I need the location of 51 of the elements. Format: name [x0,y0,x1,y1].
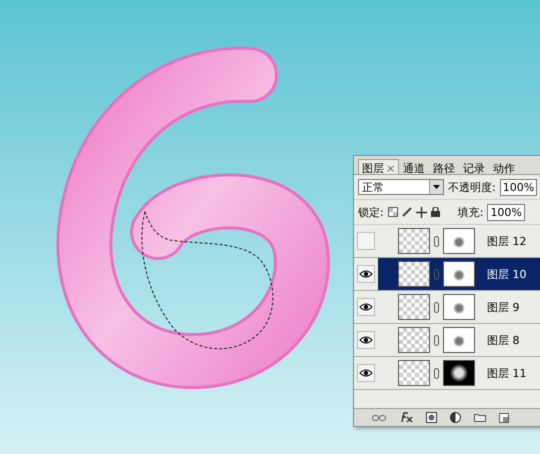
brush-icon[interactable] [402,207,412,217]
mask-thumbnail [443,228,475,254]
panel-tab[interactable]: 动作 [489,159,520,174]
layer-thumbnail [398,228,430,254]
eye-icon [359,336,373,344]
eye-icon [359,369,373,377]
link-icon [434,368,439,378]
eye-icon [359,270,373,278]
layer-row[interactable]: 图层 9 [378,291,540,323]
half-circle-icon[interactable] [450,412,461,423]
blend-mode-dropdown[interactable]: 正常 [358,179,444,195]
eye-icon [359,303,373,311]
layer-thumbnail [398,360,430,386]
link-icon [434,236,439,246]
layer-row[interactable]: 图层 8 [378,324,540,356]
link-icon [434,268,439,280]
caret-icon [429,180,443,194]
link-icon[interactable] [372,414,386,420]
layer-row[interactable]: 图层 11 [378,357,540,389]
new-layer-icon[interactable] [499,412,509,422]
folder-icon[interactable] [474,413,486,422]
mask-icon[interactable] [426,412,437,423]
panel-tab[interactable]: 图层 × [358,159,400,174]
checker-icon[interactable] [388,207,398,217]
layer-row[interactable]: 图层 12 [378,225,540,257]
visibility-toggle[interactable] [357,364,375,382]
opacity-label: 不透明度: [448,180,496,194]
move-icon[interactable] [416,206,427,218]
layer-thumbnail [398,327,430,353]
mask-thumbnail [443,360,475,386]
mask-thumbnail [443,261,475,287]
visibility-toggle[interactable] [357,232,375,250]
fill-label: 填充: [458,204,484,220]
opacity-field[interactable]: 100% [500,178,538,196]
layer-thumbnail [398,294,430,320]
mask-thumbnail [443,294,475,320]
visibility-toggle[interactable] [357,265,375,283]
mask-thumbnail [443,327,475,353]
lock-label: 锁定: [358,204,384,220]
visibility-toggle[interactable] [357,298,375,316]
fill-field[interactable]: 100% [487,204,525,220]
link-icon [434,302,439,312]
layer-row[interactable]: 图层 10 [378,258,540,290]
panel-tab[interactable]: 路径 [429,159,460,174]
effects-icon[interactable] [399,412,413,423]
lock-icon[interactable] [430,207,440,217]
layer-thumbnail [398,261,430,287]
visibility-toggle[interactable] [357,331,375,349]
link-icon [434,334,439,346]
panel-tab[interactable]: 通道 [399,159,430,174]
panel-tab[interactable]: 记录 [459,159,490,174]
